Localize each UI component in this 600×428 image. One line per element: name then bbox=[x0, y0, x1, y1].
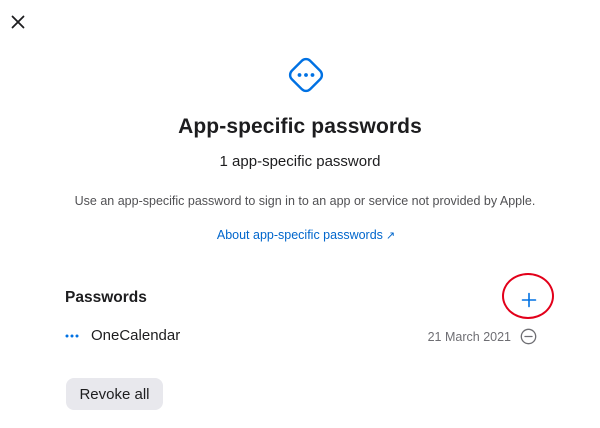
password-date: 21 March 2021 bbox=[427, 330, 511, 344]
about-app-specific-passwords-link[interactable]: About app-specific passwords ↗ bbox=[0, 228, 600, 242]
add-password-button[interactable] bbox=[517, 288, 541, 312]
close-icon bbox=[11, 15, 25, 29]
external-arrow-icon: ↗ bbox=[385, 230, 396, 242]
page-title: App-specific passwords bbox=[178, 115, 422, 138]
password-name: OneCalendar bbox=[91, 327, 181, 344]
about-link-label: About app-specific passwords bbox=[216, 228, 383, 242]
description-text: Use an app-specific password to sign in … bbox=[74, 194, 536, 208]
minus-circle-icon bbox=[520, 328, 537, 345]
revoke-all-button[interactable]: Revoke all bbox=[66, 378, 163, 410]
password-row: OneCalendar 21 March 2021 bbox=[65, 322, 541, 350]
app-specific-password-icon bbox=[284, 53, 328, 97]
passwords-section-title: Passwords bbox=[65, 289, 147, 306]
remove-password-button[interactable] bbox=[520, 328, 537, 345]
plus-icon bbox=[521, 292, 537, 308]
close-button[interactable] bbox=[8, 12, 28, 32]
more-dots-icon bbox=[65, 333, 79, 339]
password-count: 1 app-specific password bbox=[219, 153, 381, 170]
